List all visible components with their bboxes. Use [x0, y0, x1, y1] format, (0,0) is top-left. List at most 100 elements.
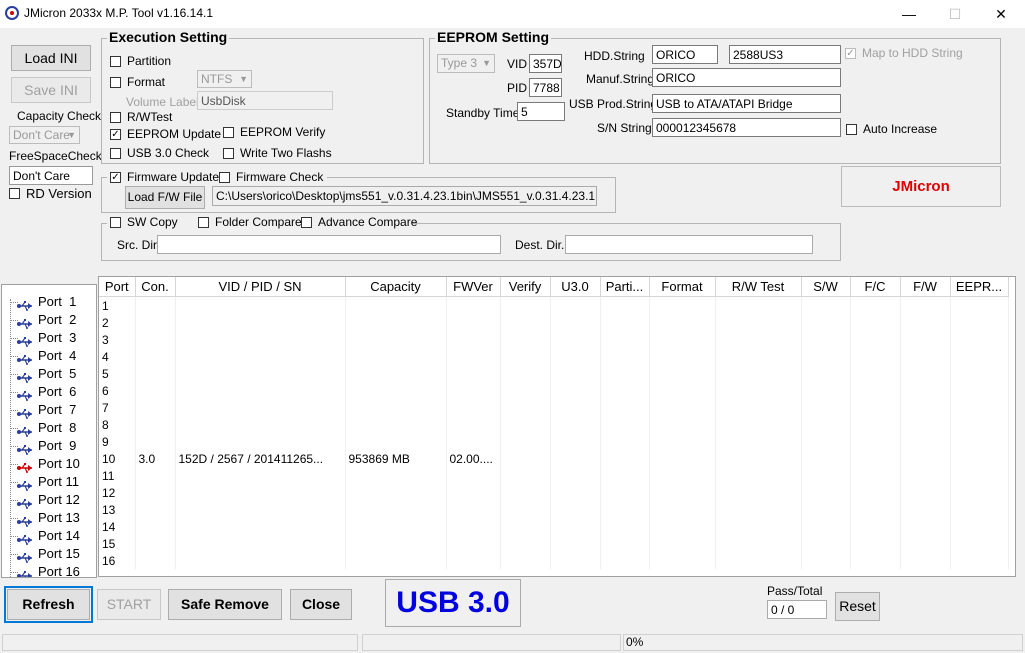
manuf-string-field[interactable]: ORICO: [652, 68, 841, 87]
table-cell: [649, 467, 716, 484]
column-header[interactable]: Format: [649, 277, 716, 297]
auto-increase-checkbox[interactable]: [846, 124, 857, 135]
window-title: JMicron 2033x M.P. Tool v1.16.14.1: [24, 6, 213, 20]
port-tree-item[interactable]: Port 9: [10, 437, 76, 455]
standby-timer-field[interactable]: 5: [517, 102, 565, 121]
table-cell: [500, 399, 551, 416]
port-tree-item[interactable]: Port 13: [10, 509, 80, 527]
table-cell: [135, 433, 176, 450]
column-header[interactable]: FWVer: [446, 277, 501, 297]
column-header[interactable]: Parti...: [600, 277, 650, 297]
table-row[interactable]: 1: [99, 296, 1009, 314]
column-header[interactable]: Port: [99, 277, 136, 297]
table-row[interactable]: 11: [99, 467, 1009, 484]
column-header[interactable]: EEPR...: [950, 277, 1009, 297]
table-cell: [446, 467, 501, 484]
rd-version-checkbox[interactable]: [9, 188, 20, 199]
table-cell: [345, 484, 447, 501]
port-tree-item[interactable]: Port 6: [10, 383, 76, 401]
table-row[interactable]: 15: [99, 535, 1009, 552]
src-dir-field[interactable]: [157, 235, 501, 254]
port-tree-item[interactable]: Port 10: [10, 455, 80, 473]
start-button[interactable]: START: [97, 589, 161, 620]
column-header[interactable]: F/W: [900, 277, 951, 297]
column-header[interactable]: S/W: [801, 277, 851, 297]
eeprom-type-select[interactable]: Type 3 ▼: [437, 54, 495, 73]
advance-compare-checkbox[interactable]: [301, 217, 312, 228]
eeprom-verify-checkbox[interactable]: [223, 127, 234, 138]
port-tree-item[interactable]: Port 2: [10, 311, 76, 329]
column-header[interactable]: U3.0: [550, 277, 601, 297]
port-tree-item[interactable]: Port 14: [10, 527, 80, 545]
table-cell: [500, 331, 551, 348]
table-cell: [175, 331, 346, 348]
usb-icon: [16, 478, 34, 491]
table-row[interactable]: 13: [99, 501, 1009, 518]
write-two-flashs-checkbox[interactable]: [223, 148, 234, 159]
port-tree-item[interactable]: Port 8: [10, 419, 76, 437]
table-row[interactable]: 7: [99, 399, 1009, 416]
usb30-check-checkbox[interactable]: [110, 148, 121, 159]
column-header[interactable]: Capacity: [345, 277, 447, 297]
table-cell: [649, 296, 716, 314]
table-row[interactable]: 10 3.0 152D / 2567 / 201411265... 953869 MB…: [99, 450, 1009, 467]
pid-field[interactable]: 7788: [529, 78, 562, 97]
reset-button[interactable]: Reset: [835, 592, 880, 621]
port-tree-item[interactable]: Port 15: [10, 545, 80, 563]
eeprom-verify-label: EEPROM Verify: [240, 125, 326, 139]
column-header[interactable]: R/W Test: [715, 277, 802, 297]
freespace-check-field[interactable]: Don't Care: [9, 166, 93, 185]
close-window-button[interactable]: ✕: [978, 0, 1024, 28]
port-tree-item[interactable]: Port 3: [10, 329, 76, 347]
firmware-check-checkbox[interactable]: [219, 172, 230, 183]
eeprom-update-checkbox[interactable]: ✓: [110, 129, 121, 140]
table-row[interactable]: 3: [99, 331, 1009, 348]
column-header[interactable]: Con.: [135, 277, 176, 297]
sn-string-field[interactable]: 000012345678: [652, 118, 841, 137]
column-header[interactable]: VID / PID / SN: [175, 277, 346, 297]
save-ini-button[interactable]: Save INI: [11, 77, 91, 103]
table-row[interactable]: 2: [99, 314, 1009, 331]
table-row[interactable]: 6: [99, 382, 1009, 399]
folder-compare-checkbox[interactable]: [198, 217, 209, 228]
table-row[interactable]: 8: [99, 416, 1009, 433]
capacity-check-select[interactable]: Don't Care ▼: [9, 126, 80, 144]
dest-dir-field[interactable]: [565, 235, 813, 254]
firmware-update-checkbox[interactable]: ✓: [110, 172, 121, 183]
table-row[interactable]: 16: [99, 552, 1009, 569]
minimize-button[interactable]: —: [886, 0, 932, 28]
sw-copy-checkbox[interactable]: [110, 217, 121, 228]
table-row[interactable]: 12: [99, 484, 1009, 501]
rw-test-checkbox[interactable]: [110, 112, 121, 123]
column-header[interactable]: F/C: [850, 277, 901, 297]
column-header[interactable]: Verify: [500, 277, 551, 297]
partition-checkbox[interactable]: [110, 56, 121, 67]
safe-remove-button[interactable]: Safe Remove: [168, 589, 282, 620]
hdd-string-field-1[interactable]: ORICO: [652, 45, 718, 64]
port-tree-item[interactable]: Port 11: [10, 473, 79, 491]
load-ini-button[interactable]: Load INI: [11, 45, 91, 71]
map-hdd-string-checkbox[interactable]: ✓: [845, 48, 856, 59]
port-tree-item[interactable]: Port 4: [10, 347, 76, 365]
filesystem-select[interactable]: NTFS ▼: [197, 70, 252, 88]
close-button[interactable]: Close: [290, 589, 352, 620]
table-row[interactable]: 5: [99, 365, 1009, 382]
table-row[interactable]: 9: [99, 433, 1009, 450]
maximize-button[interactable]: ☐: [932, 0, 978, 28]
volume-label-field[interactable]: UsbDisk: [197, 91, 333, 110]
table-row[interactable]: 14: [99, 518, 1009, 535]
port-tree-item[interactable]: Port 7: [10, 401, 77, 419]
port-tree-item[interactable]: Port 12: [10, 491, 80, 509]
format-checkbox[interactable]: [110, 77, 121, 88]
table-row[interactable]: 4: [99, 348, 1009, 365]
port-tree-item[interactable]: Port 5: [10, 365, 76, 383]
port-tree-item[interactable]: Port 1: [10, 293, 76, 311]
port-label: Port 7: [38, 402, 77, 417]
refresh-button[interactable]: Refresh: [7, 589, 90, 620]
capacity-check-label: Capacity Check: [17, 109, 102, 123]
usb-prod-string-field[interactable]: USB to ATA/ATAPI Bridge: [652, 94, 841, 113]
load-fw-file-button[interactable]: Load F/W File: [125, 186, 205, 209]
vid-field[interactable]: 357D: [529, 54, 562, 73]
port-tree-item[interactable]: Port 16: [10, 563, 80, 577]
hdd-string-field-2[interactable]: 2588US3: [729, 45, 841, 64]
